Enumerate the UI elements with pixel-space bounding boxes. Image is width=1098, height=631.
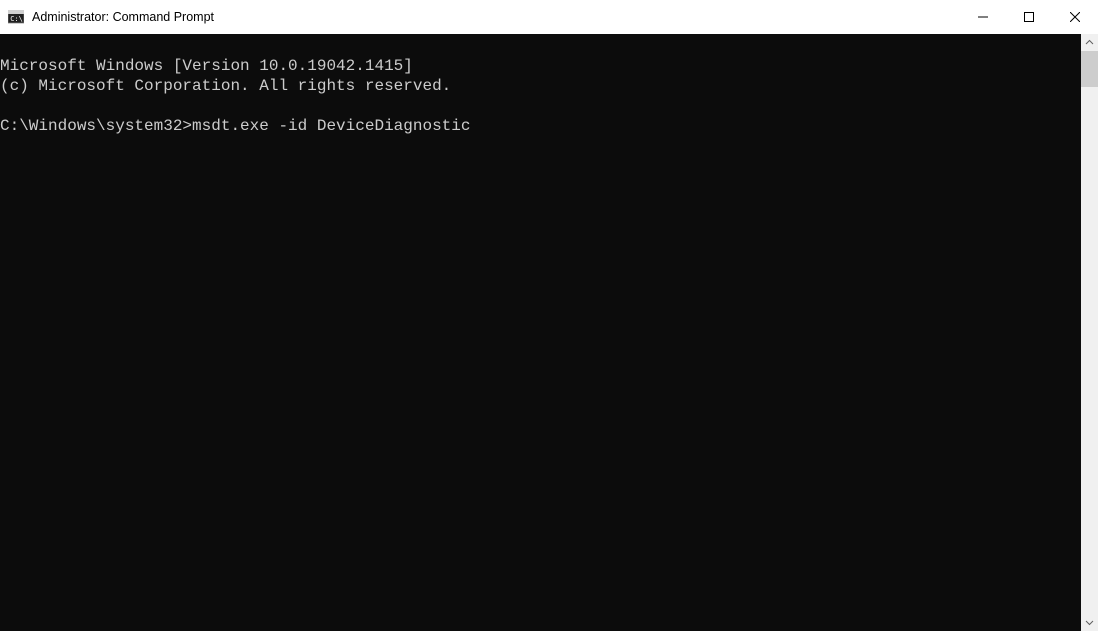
scroll-down-button[interactable] bbox=[1081, 614, 1098, 631]
terminal-line-command: C:\Windows\system32>msdt.exe -id DeviceD… bbox=[0, 117, 470, 135]
vertical-scrollbar[interactable] bbox=[1081, 34, 1098, 631]
titlebar[interactable]: C:\ Administrator: Command Prompt bbox=[0, 0, 1098, 34]
scroll-track[interactable] bbox=[1081, 51, 1098, 614]
minimize-button[interactable] bbox=[960, 0, 1006, 34]
terminal-line-version: Microsoft Windows [Version 10.0.19042.14… bbox=[0, 57, 413, 75]
scroll-up-button[interactable] bbox=[1081, 34, 1098, 51]
cmd-icon: C:\ bbox=[8, 9, 24, 25]
window-root: C:\ Administrator: Command Prompt Micros… bbox=[0, 0, 1098, 631]
terminal-prompt: C:\Windows\system32> bbox=[0, 117, 192, 135]
svg-text:C:\: C:\ bbox=[10, 15, 23, 23]
terminal-line-copyright: (c) Microsoft Corporation. All rights re… bbox=[0, 77, 451, 95]
titlebar-controls bbox=[960, 0, 1098, 34]
terminal-area[interactable]: Microsoft Windows [Version 10.0.19042.14… bbox=[0, 34, 1081, 631]
maximize-button[interactable] bbox=[1006, 0, 1052, 34]
terminal-command-text: msdt.exe -id DeviceDiagnostic bbox=[192, 117, 470, 135]
window-title: Administrator: Command Prompt bbox=[32, 10, 214, 24]
scroll-thumb[interactable] bbox=[1081, 51, 1098, 87]
titlebar-left: C:\ Administrator: Command Prompt bbox=[0, 9, 960, 25]
close-button[interactable] bbox=[1052, 0, 1098, 34]
content-row: Microsoft Windows [Version 10.0.19042.14… bbox=[0, 34, 1098, 631]
